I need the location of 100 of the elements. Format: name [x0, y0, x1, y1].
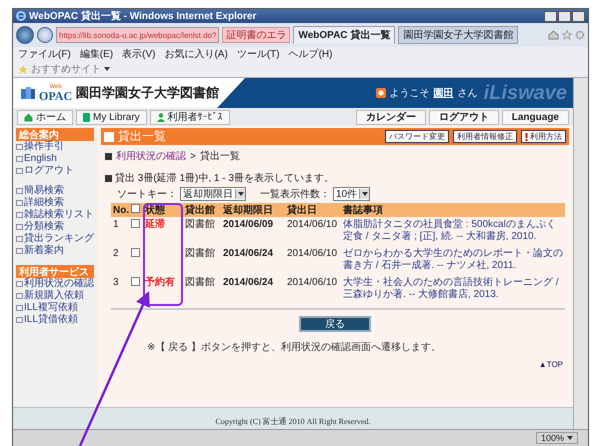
sidebar-link[interactable]: English	[16, 153, 94, 165]
action-button[interactable]: パスワード変更	[385, 130, 449, 143]
scrollbar[interactable]	[573, 78, 588, 429]
browser-tab[interactable]: WebOPAC 貸出一覧	[293, 26, 396, 44]
bibliography-link[interactable]: ゼロからわかる大学生のためのレポート・論文の書き方 / 石井一成著. -- ナツメ社, 2011.	[343, 248, 563, 272]
suggested-sites-link[interactable]: おすすめサイト	[31, 62, 101, 76]
bibliography-link[interactable]: 大学生・社会人のための言語技術トレーニング / 三森ゆりか著. -- 大修館書店, 2013.	[343, 277, 563, 301]
back-button[interactable]	[16, 26, 34, 44]
honorific-text: さん	[458, 87, 478, 100]
dropdown-arrow-icon	[238, 192, 244, 196]
home-icon	[24, 112, 33, 122]
select-all-checkbox[interactable]	[131, 204, 140, 213]
close-button[interactable]	[572, 10, 585, 22]
table-cell-text: 2	[112, 247, 120, 261]
sidebar-heading: 総合案内	[16, 128, 94, 141]
summary-text: 貸出 3冊(延滞 1冊)中, 1 - 3冊を表示しています。	[115, 172, 334, 185]
star-icon[interactable]	[562, 30, 572, 40]
logo-text: OPAC	[39, 90, 72, 102]
sidebar-link[interactable]: ILL貸借依頼	[16, 314, 94, 326]
menu-item[interactable]: 編集(E)	[80, 47, 114, 61]
status-label: 延滞	[145, 219, 165, 230]
due-date-cell: 2014/06/09	[221, 217, 285, 246]
sidebar-link[interactable]: 貸出ランキング	[16, 233, 94, 245]
nav-button[interactable]: Language	[502, 110, 569, 124]
copyright-text: Copyright (C) 富士通 2010 All Right Reserved.	[216, 416, 370, 427]
books-icon	[21, 87, 35, 99]
table-cell: 1	[111, 217, 129, 246]
row-checkbox[interactable]	[131, 219, 140, 228]
menu-item[interactable]: お気に入り(A)	[164, 47, 228, 61]
page-title: 貸出一覧	[118, 128, 166, 145]
home-icon[interactable]	[548, 30, 559, 40]
breadcrumb-separator: >	[190, 150, 196, 162]
column-header: No.	[111, 203, 129, 217]
due-date-cell-text: 2014/06/24	[222, 247, 274, 261]
dropdown-arrow-icon	[362, 192, 368, 196]
count-select[interactable]: 10件	[333, 187, 370, 201]
brand-logo-text: iLiswave	[484, 82, 568, 104]
suggested-sites-caret-icon	[104, 67, 110, 71]
sidebar-heading: 利用者サービス	[16, 265, 94, 278]
table-cell: 図書館	[183, 217, 221, 246]
nav-button[interactable]: ログアウト	[428, 110, 499, 124]
table-cell-text: 図書館	[184, 276, 216, 290]
sidebar-link[interactable]: 詳細検索	[16, 197, 94, 209]
sidebar-link[interactable]: 新着案内	[16, 245, 94, 257]
menu-item[interactable]: ファイル(F)	[18, 47, 71, 61]
menu-item[interactable]: ツール(T)	[236, 47, 280, 61]
nav-button[interactable]: My Library	[76, 110, 147, 124]
count-label: 一覧表示件数：	[260, 188, 330, 201]
settings-icon[interactable]	[575, 30, 585, 40]
exclamation-icon	[525, 132, 528, 140]
column-header: 書誌事項	[341, 203, 565, 217]
sidebar-link[interactable]: 簡易検索	[16, 185, 94, 197]
action-button[interactable]: 利用方法	[521, 130, 566, 143]
zoom-control[interactable]: 100%	[536, 432, 578, 444]
nav-button[interactable]: ホーム	[17, 110, 73, 124]
favorites-star-icon[interactable]	[18, 64, 28, 74]
sidebar-link[interactable]: 操作手引	[16, 141, 94, 153]
top-link[interactable]: ▲TOP	[538, 360, 563, 369]
breadcrumb-current: 貸出一覧	[200, 150, 240, 163]
browser-logo-icon	[16, 11, 26, 21]
due-date-cell-text: 2014/06/24	[222, 276, 274, 290]
row-checkbox[interactable]	[131, 248, 140, 257]
forward-button[interactable]	[37, 27, 53, 43]
back-button[interactable]: 戻る	[299, 316, 371, 332]
menu-item[interactable]: ヘルプ(H)	[288, 47, 332, 61]
action-button[interactable]: 利用者情報修正	[453, 130, 517, 143]
user-badge-icon	[376, 88, 386, 98]
nav-button[interactable]: カレンダー	[356, 110, 426, 124]
window-title: WebOPAC 貸出一覧 - Windows Internet Explorer	[29, 9, 258, 23]
table-cell-text: 2014/06/10	[286, 247, 338, 261]
sidebar-link[interactable]: 新規購入依頼	[16, 290, 94, 302]
table-cell: 2014/06/10	[285, 217, 341, 246]
bullet-icon	[105, 174, 112, 182]
minimize-button[interactable]	[544, 10, 557, 22]
table-cell-text: 2014/06/10	[286, 276, 338, 290]
zoom-caret-icon	[567, 436, 573, 440]
bibliography-link[interactable]: 体脂肪計タニタの社員食堂 : 500kcalのまんぷく定食 / タニタ著 ; [正], 続. -- 大和書房, 2010.	[343, 219, 563, 243]
browser-tab[interactable]: 園田学園女子大学図書館	[398, 26, 518, 44]
column-header: 貸出館	[183, 203, 221, 217]
user-name: 園田	[434, 87, 454, 100]
sidebar-link[interactable]: 分類検索	[16, 221, 94, 233]
table-cell-text: 図書館	[184, 246, 216, 261]
sort-select[interactable]: 返却期限日	[180, 187, 246, 201]
certificate-error-button[interactable]: 証明書のエラ	[222, 27, 290, 43]
welcome-text: ようこそ	[390, 87, 430, 100]
sidebar-link[interactable]: 雑誌検索リスト	[16, 209, 94, 221]
sidebar-link[interactable]: 利用状況の確認	[16, 278, 94, 290]
bullet-icon	[105, 152, 112, 160]
menu-item[interactable]: 表示(V)	[122, 47, 156, 61]
page-icon	[104, 132, 114, 142]
sidebar-link[interactable]: ログアウト	[16, 165, 94, 177]
row-checkbox[interactable]	[131, 277, 140, 286]
table-cell-text: 3	[112, 276, 120, 290]
sidebar-link[interactable]: ILL複写依頼	[16, 302, 94, 314]
breadcrumb-link[interactable]: 利用状況の確認	[116, 149, 186, 163]
address-field[interactable]: https://lib.sonoda-u.ac.jp/webopac/lenlst.do?	[56, 27, 220, 43]
maximize-button[interactable]	[558, 10, 571, 22]
column-header: 返却期限日	[221, 203, 285, 217]
nav-button[interactable]: 利用者ｻｰﾋﾞｽ	[150, 110, 230, 124]
sort-label: ソートキー：	[117, 188, 177, 201]
